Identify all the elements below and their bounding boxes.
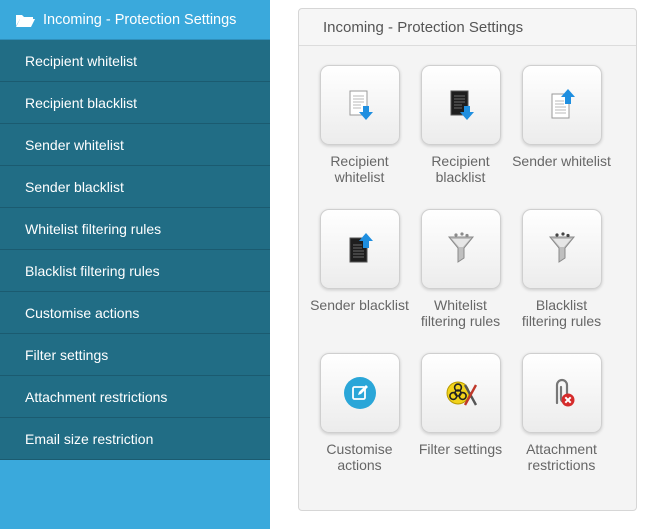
sidebar-item-whitelist-filtering-rules[interactable]: Whitelist filtering rules bbox=[0, 208, 270, 250]
tile-label-line: Filter settings bbox=[418, 441, 503, 457]
sidebar-item-filter-settings[interactable]: Filter settings bbox=[0, 334, 270, 376]
sidebar-item-label: Sender blacklist bbox=[25, 178, 124, 195]
whitelist-document-upload-icon bbox=[551, 89, 575, 119]
sidebar-header[interactable]: Incoming - Protection Settings bbox=[0, 0, 270, 40]
biohazard-tools-icon bbox=[446, 381, 477, 406]
sidebar-menu: Recipient whitelist Recipient blacklist … bbox=[0, 40, 270, 460]
whitelist-document-download-icon bbox=[349, 90, 373, 120]
tile-button[interactable] bbox=[420, 353, 501, 433]
tile-label-line: Attachment bbox=[526, 441, 597, 457]
sidebar-item-label: Email size restriction bbox=[25, 430, 154, 447]
tile-button[interactable] bbox=[420, 65, 501, 145]
tile-button[interactable] bbox=[319, 353, 400, 433]
sidebar-item-label: Filter settings bbox=[25, 346, 109, 363]
funnel-icon bbox=[548, 232, 575, 263]
tile-attachment-restrictions[interactable]: Attachment restrictions bbox=[511, 353, 612, 473]
funnel-icon bbox=[447, 232, 474, 263]
sidebar-item-label: Whitelist filtering rules bbox=[25, 220, 162, 237]
tile-button[interactable] bbox=[319, 65, 400, 145]
sidebar-item-sender-blacklist[interactable]: Sender blacklist bbox=[0, 166, 270, 208]
sidebar: Incoming - Protection Settings Recipient… bbox=[0, 0, 270, 529]
sidebar-item-customise-actions[interactable]: Customise actions bbox=[0, 292, 270, 334]
sidebar-header-label: Incoming - Protection Settings bbox=[43, 11, 237, 28]
tile-recipient-blacklist[interactable]: Recipient blacklist bbox=[410, 65, 511, 185]
blacklist-document-upload-icon bbox=[349, 233, 373, 263]
tile-label: Filter settings bbox=[410, 441, 511, 457]
tile-label-line: Blacklist bbox=[535, 297, 588, 313]
tile-label-line: Recipient bbox=[431, 153, 490, 169]
tile-label-line: Recipient bbox=[330, 153, 389, 169]
tile-blacklist-filtering-rules[interactable]: Blacklist filtering rules bbox=[511, 209, 612, 329]
sidebar-item-recipient-whitelist[interactable]: Recipient whitelist bbox=[0, 40, 270, 82]
sidebar-item-blacklist-filtering-rules[interactable]: Blacklist filtering rules bbox=[0, 250, 270, 292]
sidebar-item-sender-whitelist[interactable]: Sender whitelist bbox=[0, 124, 270, 166]
tile-label-line: blacklist bbox=[435, 169, 486, 185]
tile-label-line: whitelist bbox=[334, 169, 385, 185]
blacklist-document-download-icon bbox=[450, 90, 474, 120]
panel-title: Incoming - Protection Settings bbox=[299, 9, 636, 46]
tile-label: Recipient whitelist bbox=[309, 153, 410, 185]
edit-circle-icon bbox=[343, 377, 376, 409]
sidebar-item-attachment-restrictions[interactable]: Attachment restrictions bbox=[0, 376, 270, 418]
tile-button[interactable] bbox=[319, 209, 400, 289]
tile-label-line: restrictions bbox=[527, 457, 596, 473]
sidebar-item-label: Sender whitelist bbox=[25, 136, 124, 153]
tile-label-line: Sender whitelist bbox=[512, 153, 611, 169]
tile-button[interactable] bbox=[521, 65, 602, 145]
protection-settings-panel: Incoming - Protection Settings Recipient… bbox=[298, 8, 637, 511]
tile-label: Whitelist filtering rules bbox=[410, 297, 511, 329]
tile-label: Blacklist filtering rules bbox=[511, 297, 612, 329]
tile-label: Recipient blacklist bbox=[410, 153, 511, 185]
tile-label: Attachment restrictions bbox=[511, 441, 612, 473]
tile-label: Customise actions bbox=[309, 441, 410, 473]
tile-whitelist-filtering-rules[interactable]: Whitelist filtering rules bbox=[410, 209, 511, 329]
sidebar-item-label: Recipient blacklist bbox=[25, 94, 138, 111]
tile-label-line: Customise bbox=[326, 441, 393, 457]
tile-label-line: actions bbox=[337, 457, 382, 473]
tile-label-line: filtering rules bbox=[420, 313, 501, 329]
tile-sender-blacklist[interactable]: Sender blacklist bbox=[309, 209, 410, 313]
paperclip-blocked-icon bbox=[555, 378, 574, 407]
sidebar-item-label: Customise actions bbox=[25, 304, 140, 321]
tile-label-line: filtering rules bbox=[521, 313, 602, 329]
tile-label: Sender whitelist bbox=[511, 153, 612, 169]
tile-button[interactable] bbox=[521, 353, 602, 433]
tile-label: Sender blacklist bbox=[309, 297, 410, 313]
sidebar-item-label: Blacklist filtering rules bbox=[25, 262, 160, 279]
sidebar-item-label: Attachment restrictions bbox=[25, 388, 168, 405]
folder-open-icon bbox=[16, 14, 35, 27]
tile-customise-actions[interactable]: Customise actions bbox=[309, 353, 410, 473]
sidebar-item-email-size-restriction[interactable]: Email size restriction bbox=[0, 418, 270, 460]
tile-sender-whitelist[interactable]: Sender whitelist bbox=[511, 65, 612, 169]
tile-label-line: Whitelist bbox=[434, 297, 487, 313]
tile-button[interactable] bbox=[420, 209, 501, 289]
sidebar-item-label: Recipient whitelist bbox=[25, 52, 138, 69]
sidebar-item-recipient-blacklist[interactable]: Recipient blacklist bbox=[0, 82, 270, 124]
tile-filter-settings[interactable]: Filter settings bbox=[410, 353, 511, 457]
tile-button[interactable] bbox=[521, 209, 602, 289]
tile-label-line: Sender blacklist bbox=[310, 297, 409, 313]
tile-recipient-whitelist[interactable]: Recipient whitelist bbox=[309, 65, 410, 185]
